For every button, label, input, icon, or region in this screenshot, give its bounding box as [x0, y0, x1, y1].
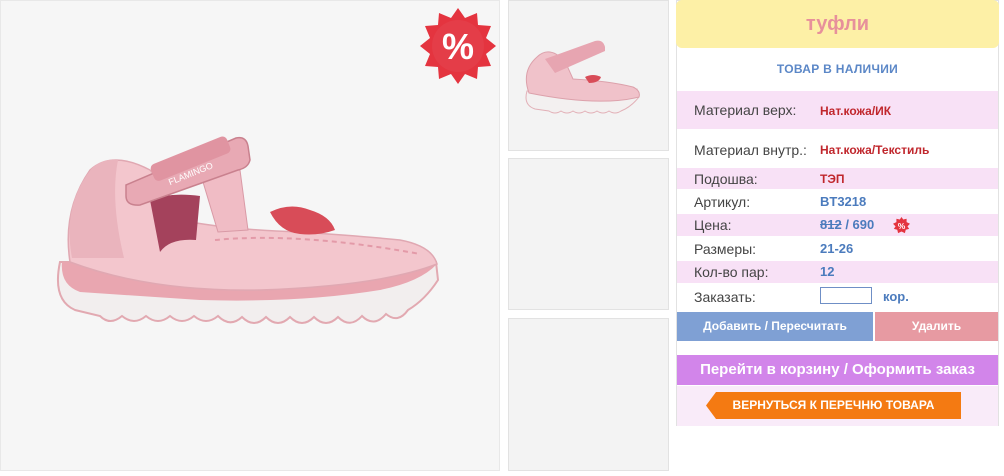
spec-row-pairs: Кол-во пар: 12 — [677, 261, 998, 283]
spec-value: Нат.кожа/Текстиль — [820, 143, 930, 157]
spec-row-material-top: Материал верх: Нат.кожа/ИК — [677, 91, 998, 129]
spec-label: Кол-во пар: — [694, 264, 769, 280]
spec-row-sizes: Размеры: 21-26 — [677, 238, 998, 259]
thumbnail-shoe-image — [525, 40, 640, 114]
thumbnail-2[interactable] — [508, 158, 669, 310]
spec-row-material-inner: Материал внутр.: Нат.кожа/Текстиль — [677, 134, 998, 166]
discount-small-text: % — [898, 221, 906, 231]
quantity-input[interactable] — [820, 287, 872, 304]
spec-row-sole: Подошва: ТЭП — [677, 168, 998, 189]
spec-row-price: Цена: 812 / 690 % — [677, 214, 998, 236]
price-separator: / — [841, 217, 853, 232]
price-value: 812 / 690 — [820, 217, 874, 232]
spec-label: Артикул: — [694, 194, 751, 210]
quantity-unit: кор. — [883, 289, 909, 304]
old-price: 812 — [820, 217, 842, 232]
discount-small-icon: % — [893, 217, 910, 234]
spec-label: Материал внутр.: — [694, 142, 807, 158]
go-to-cart-button[interactable]: Перейти в корзину / Оформить заказ — [677, 355, 998, 385]
new-price: 690 — [852, 217, 875, 232]
back-to-list-button[interactable]: ВЕРНУТЬСЯ К ПЕРЕЧНЮ ТОВАРА — [706, 392, 961, 419]
product-title: туфли — [676, 0, 999, 48]
stock-status: ТОВАР В НАЛИЧИИ — [776, 62, 899, 76]
spec-label: Размеры: — [694, 241, 757, 257]
thumbnail-1[interactable] — [508, 0, 669, 151]
discount-badge-text: % — [442, 26, 474, 67]
add-recalculate-button[interactable]: Добавить / Пересчитать — [677, 312, 873, 341]
discount-badge-icon: % — [420, 8, 496, 84]
spec-label: Цена: — [694, 217, 732, 233]
spec-label: Материал верх: — [694, 102, 797, 118]
spec-value: 12 — [820, 264, 835, 279]
spec-value: 21-26 — [820, 241, 854, 256]
spec-row-article: Артикул: BT3218 — [677, 191, 998, 212]
back-area: ВЕРНУТЬСЯ К ПЕРЕЧНЮ ТОВАРА — [677, 386, 998, 426]
thumbnail-3[interactable] — [508, 318, 669, 471]
main-product-image[interactable]: FLAMINGO % — [0, 0, 500, 471]
spec-value: ТЭП — [820, 172, 845, 186]
spec-label: Подошва: — [694, 171, 758, 187]
spec-value: BT3218 — [820, 194, 867, 209]
spec-row-order: Заказать: кор. — [677, 287, 998, 307]
spec-value: Нат.кожа/ИК — [820, 104, 892, 118]
delete-button[interactable]: Удалить — [875, 312, 998, 341]
spec-label: Заказать: — [694, 289, 756, 305]
